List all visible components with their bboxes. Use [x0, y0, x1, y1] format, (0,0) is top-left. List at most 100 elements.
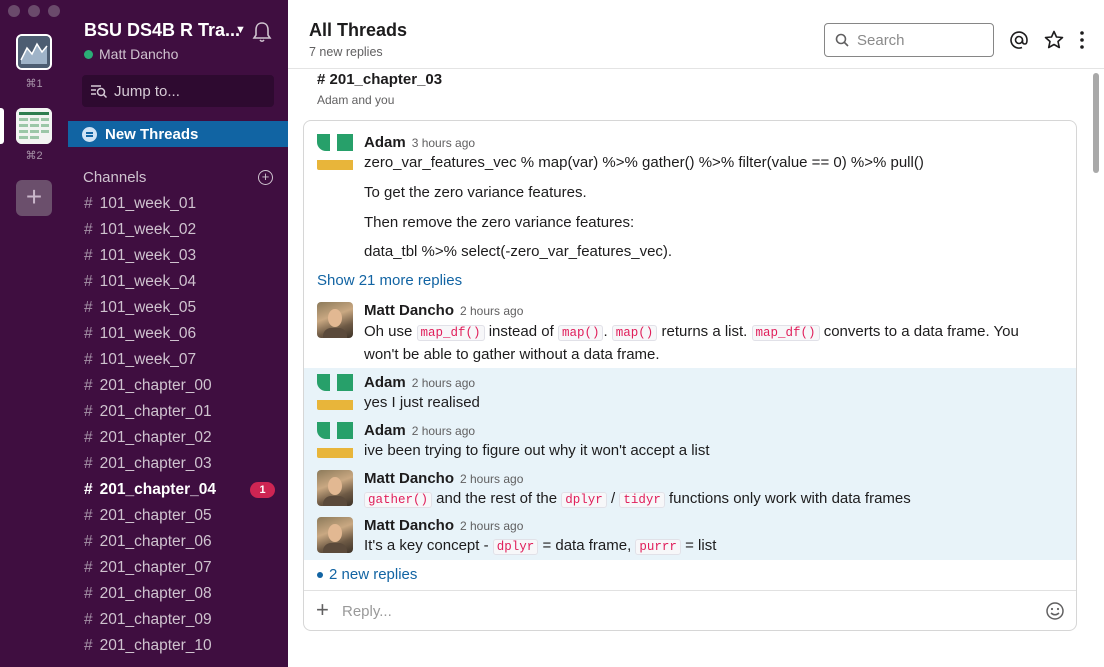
avatar[interactable] — [317, 517, 353, 553]
threads-header: All Threads 7 new replies Search — [288, 0, 1104, 69]
close-window-button[interactable] — [8, 5, 20, 17]
message-text: zero_var_features_vec % map(var) %>% gat… — [364, 154, 924, 171]
avatar[interactable] — [317, 422, 353, 458]
page-title: All Threads — [309, 20, 408, 40]
workspace-2-icon[interactable] — [16, 108, 52, 144]
channel-item[interactable]: #201_chapter_09 — [68, 607, 288, 633]
workspace-name[interactable]: BSU DS4B R Tra... — [84, 20, 240, 41]
channel-item[interactable]: #101_week_07 — [68, 347, 288, 373]
message[interactable]: Matt Dancho 2 hours ago Oh use map_df() i… — [304, 297, 1076, 367]
message-timestamp[interactable]: 2 hours ago — [412, 376, 475, 390]
channel-name: 101_week_07 — [99, 351, 197, 368]
channel-item[interactable]: #201_chapter_01 — [68, 399, 288, 425]
presence-icon — [84, 49, 93, 59]
star-icon[interactable] — [1044, 30, 1064, 50]
page-subtitle: 7 new replies — [309, 45, 383, 59]
message-text: To get the zero variance features. — [364, 184, 587, 201]
channel-item[interactable]: #101_week_04 — [68, 269, 288, 295]
current-user[interactable]: Matt Dancho — [84, 46, 178, 62]
message-author[interactable]: Matt Dancho 2 hours ago — [364, 470, 523, 487]
message-timestamp[interactable]: 3 hours ago — [412, 136, 475, 150]
message-text: ive been trying to figure out why it won… — [364, 442, 710, 459]
message-author[interactable]: Adam 2 hours ago — [364, 422, 475, 439]
workspace-1-icon[interactable] — [16, 34, 52, 70]
message-text: data_tbl %>% select(-zero_var_features_v… — [364, 243, 673, 260]
channel-item[interactable]: #101_week_01 — [68, 191, 288, 217]
add-attachment-icon[interactable]: + — [316, 599, 329, 621]
channel-item[interactable]: #101_week_05 — [68, 295, 288, 321]
channel-item[interactable]: #101_week_06 — [68, 321, 288, 347]
jump-to-button[interactable]: Jump to... — [82, 75, 274, 107]
chevron-down-icon[interactable]: ▼ — [235, 24, 246, 36]
avatar[interactable] — [317, 134, 353, 170]
avatar[interactable] — [317, 470, 353, 506]
channel-item[interactable]: #201_chapter_03 — [68, 451, 288, 477]
avatar[interactable] — [317, 302, 353, 338]
active-workspace-indicator — [0, 108, 4, 144]
channel-name: 101_week_04 — [99, 273, 197, 290]
search-placeholder: Search — [857, 31, 905, 49]
jump-to-label: Jump to... — [114, 82, 180, 100]
channel-name: 201_chapter_02 — [99, 429, 212, 446]
scrollbar[interactable] — [1093, 73, 1099, 173]
sidebar-item-new-threads[interactable]: New Threads — [68, 121, 288, 147]
reply-input[interactable]: + Reply... — [304, 590, 1076, 630]
avatar[interactable] — [317, 374, 353, 410]
message-timestamp[interactable]: 2 hours ago — [460, 519, 523, 533]
channel-item[interactable]: #201_chapter_10 — [68, 633, 288, 659]
channel-item[interactable]: #201_chapter_07 — [68, 555, 288, 581]
channel-name: 201_chapter_06 — [99, 533, 212, 550]
window-controls — [8, 5, 60, 17]
channel-item[interactable]: #201_chapter_06 — [68, 529, 288, 555]
message-timestamp[interactable]: 2 hours ago — [412, 424, 475, 438]
reply-placeholder: Reply... — [342, 603, 392, 620]
message-author[interactable]: Adam 2 hours ago — [364, 374, 475, 391]
channel-item[interactable]: #101_week_03 — [68, 243, 288, 269]
channels-header[interactable]: Channels — [83, 169, 146, 186]
minimize-window-button[interactable] — [28, 5, 40, 17]
message-author[interactable]: Adam 3 hours ago — [364, 134, 475, 151]
workspace-1-shortcut: ⌘1 — [25, 78, 43, 90]
message[interactable]: Matt Dancho 2 hours ago gather() and the … — [304, 464, 1076, 512]
thread-members: Adam and you — [317, 93, 395, 107]
channel-item-unread[interactable]: #201_chapter_04 1 — [68, 477, 288, 503]
message-text: yes I just realised — [364, 394, 480, 411]
message-author[interactable]: Matt Dancho 2 hours ago — [364, 517, 523, 534]
mentions-icon[interactable] — [1009, 30, 1029, 50]
channel-name: 201_chapter_04 — [99, 481, 216, 498]
channel-name: 201_chapter_01 — [99, 403, 212, 420]
channel-item[interactable]: #101_week_02 — [68, 217, 288, 243]
threads-list[interactable]: # 201_chapter_03 Adam and you Adam 3 hour… — [288, 69, 1104, 667]
channel-name: 101_week_06 — [99, 325, 197, 342]
add-workspace-button[interactable]: + — [16, 180, 52, 216]
channel-name: 101_week_02 — [99, 221, 197, 238]
message-text: Then remove the zero variance features: — [364, 214, 635, 231]
channel-list: #101_week_01 #101_week_02 #101_week_03 #… — [68, 191, 288, 659]
threads-icon — [82, 126, 97, 142]
message[interactable]: Matt Dancho 2 hours ago It's a key concep… — [304, 511, 1076, 559]
emoji-icon[interactable] — [1045, 601, 1065, 621]
bell-icon[interactable] — [252, 21, 272, 48]
channel-name: 201_chapter_05 — [99, 507, 212, 524]
more-options-icon[interactable] — [1076, 30, 1088, 50]
channel-item[interactable]: #201_chapter_02 — [68, 425, 288, 451]
message[interactable]: Adam 2 hours ago ive been trying to figur… — [304, 416, 1076, 464]
channel-name: 201_chapter_00 — [99, 377, 212, 394]
message-timestamp[interactable]: 2 hours ago — [460, 304, 523, 318]
message-timestamp[interactable]: 2 hours ago — [460, 472, 523, 486]
message-author[interactable]: Matt Dancho 2 hours ago — [364, 302, 523, 319]
channel-item[interactable]: #201_chapter_05 — [68, 503, 288, 529]
message[interactable]: Adam 3 hours ago zero_var_features_vec % … — [304, 121, 1076, 266]
sidebar-item-label: New Threads — [105, 125, 199, 143]
add-channel-icon[interactable]: + — [258, 170, 273, 185]
zoom-window-button[interactable] — [48, 5, 60, 17]
thread-channel-name[interactable]: # 201_chapter_03 — [317, 71, 442, 88]
jump-to-icon — [91, 85, 108, 99]
new-replies-link[interactable]: 2 new replies — [317, 566, 417, 583]
channel-item[interactable]: #201_chapter_08 — [68, 581, 288, 607]
search-input[interactable]: Search — [824, 23, 994, 57]
show-more-replies-link[interactable]: Show 21 more replies — [317, 272, 462, 289]
message[interactable]: Adam 2 hours ago yes I just realised — [304, 368, 1076, 416]
channel-item[interactable]: #201_chapter_00 — [68, 373, 288, 399]
channel-name: 201_chapter_08 — [99, 585, 212, 602]
